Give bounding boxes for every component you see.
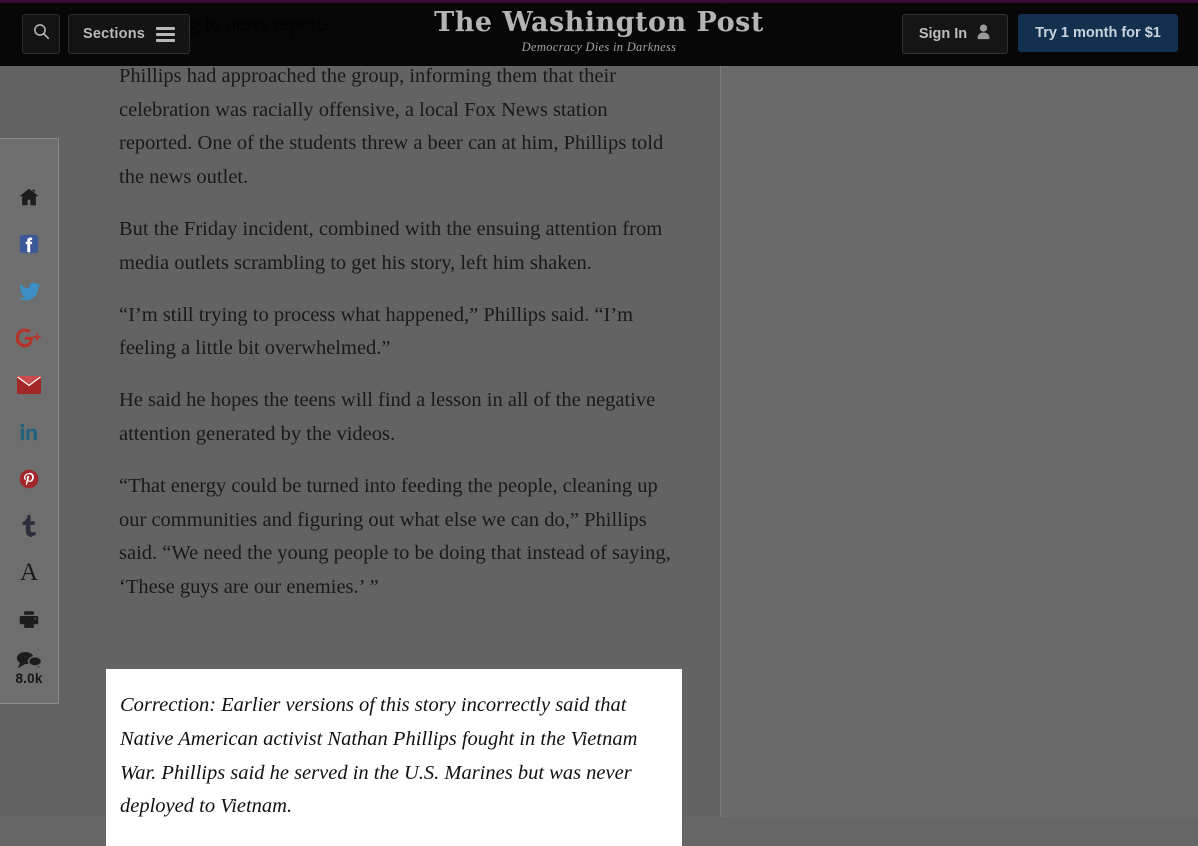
correction-text: Correction: Earlier versions of this sto… [120, 694, 638, 818]
pinterest-icon [18, 468, 40, 490]
article-paragraph: But the Friday incident, combined with t… [119, 217, 663, 274]
email-icon [17, 375, 41, 394]
sidebar-item-home[interactable] [0, 173, 59, 220]
subscribe-button[interactable]: Try 1 month for $1 [1018, 14, 1178, 52]
google-plus-icon [16, 328, 42, 348]
article-paragraph: “I’m still trying to process what happen… [119, 303, 634, 360]
article-paragraph: He said he hopes the teens will find a l… [119, 389, 656, 445]
print-icon [18, 609, 40, 630]
sidebar-item-twitter[interactable] [0, 267, 59, 314]
article-body: according to news reports. Phillips had … [119, 8, 684, 623]
sidebar-item-linkedin[interactable] [0, 408, 59, 455]
page-overlay-dimmed: according to news reports. Phillips had … [0, 0, 1198, 846]
sections-label: Sections [83, 26, 146, 42]
comment-count: 8.0k [15, 671, 43, 686]
site-header: n University students who were dres ns d… [0, 0, 1198, 66]
user-avatar-icon [976, 23, 991, 45]
search-icon [33, 23, 50, 45]
correction-callout: Correction: Earlier versions of this sto… [106, 669, 682, 846]
search-button[interactable] [22, 14, 60, 54]
sidebar-item-facebook[interactable] [0, 220, 59, 267]
twitter-icon [18, 280, 41, 302]
comments-icon [16, 650, 42, 670]
article-paragraph: Phillips had approached the group, infor… [119, 64, 664, 189]
hamburger-icon [156, 26, 176, 42]
article-text-behind-header: n University students who were dres ns d… [119, 0, 684, 6]
sidebar-item-email[interactable] [0, 361, 59, 408]
social-share-rail: A 8.0k [0, 138, 59, 704]
sign-in-label: Sign In [918, 26, 968, 42]
article-paragraph: “That energy could be turned into feedin… [119, 474, 671, 599]
sidebar-item-google-plus[interactable] [0, 314, 59, 361]
right-rail-column [722, 0, 1198, 817]
sidebar-item-tumblr[interactable] [0, 502, 59, 549]
facebook-icon [18, 233, 40, 255]
sections-button[interactable]: Sections [68, 14, 191, 54]
subscribe-label: Try 1 month for $1 [1035, 25, 1161, 41]
text-size-icon: A [19, 559, 39, 586]
behind-header-line: ns during a themed party near the t [119, 0, 684, 6]
sign-in-button[interactable]: Sign In [902, 14, 1008, 54]
linkedin-icon [18, 421, 40, 443]
sidebar-item-print[interactable] [0, 596, 59, 643]
sidebar-item-pinterest[interactable] [0, 455, 59, 502]
sidebar-item-text-size[interactable]: A [0, 549, 59, 596]
rail-spacer [0, 139, 59, 173]
home-icon [18, 186, 40, 208]
tumblr-icon [21, 514, 37, 538]
